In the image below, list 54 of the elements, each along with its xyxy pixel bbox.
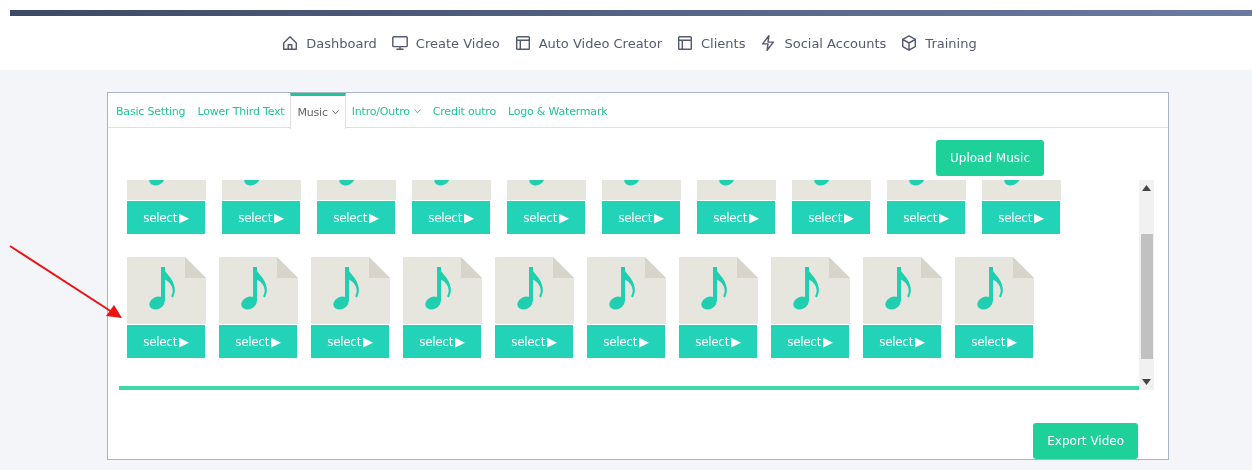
select-button[interactable]: select▶ — [127, 325, 205, 358]
music-file-icon — [311, 257, 390, 324]
music-file-icon — [403, 257, 482, 324]
scrollbar[interactable] — [1139, 180, 1154, 390]
select-button[interactable]: select▶ — [982, 201, 1060, 234]
tab[interactable]: Credit outro — [426, 93, 502, 127]
select-button[interactable]: select▶ — [587, 325, 665, 358]
music-file-icon — [771, 257, 850, 324]
select-button[interactable]: select▶ — [412, 201, 490, 234]
tab[interactable]: Lower Third Text — [191, 93, 291, 127]
nav-link[interactable]: Social Accounts — [759, 34, 887, 52]
upload-music-button[interactable]: Upload Music — [936, 140, 1044, 176]
select-button[interactable]: select▶ — [863, 325, 941, 358]
chevron-down-icon — [331, 110, 339, 115]
layout-icon — [676, 34, 694, 52]
select-button[interactable]: select▶ — [771, 325, 849, 358]
home-icon — [281, 34, 300, 52]
music-file-icon — [679, 257, 758, 324]
select-button[interactable]: select▶ — [222, 201, 300, 234]
select-button[interactable]: select▶ — [887, 201, 965, 234]
select-button[interactable]: select▶ — [317, 201, 395, 234]
monitor-icon — [390, 34, 409, 52]
select-button[interactable]: select▶ — [127, 201, 205, 234]
scroll-up-arrow-icon[interactable] — [1142, 185, 1151, 191]
music-file-icon — [955, 257, 1034, 324]
scroll-down-arrow-icon[interactable] — [1142, 379, 1151, 385]
select-button[interactable]: select▶ — [311, 325, 389, 358]
nav-link[interactable]: Create Video — [390, 34, 500, 52]
tab[interactable]: Logo & Watermark — [502, 93, 614, 127]
layout-icon — [513, 34, 532, 52]
tab[interactable]: Music — [290, 93, 346, 129]
nav-link[interactable]: Training — [900, 34, 977, 52]
music-file-icon — [127, 257, 206, 324]
tab[interactable]: Intro/Outro — [345, 93, 427, 127]
chevron-down-icon — [413, 109, 421, 114]
music-file-icon — [587, 257, 666, 324]
select-button[interactable]: select▶ — [679, 325, 757, 358]
select-button[interactable]: select▶ — [403, 325, 481, 358]
select-button[interactable]: select▶ — [955, 325, 1033, 358]
select-button[interactable]: select▶ — [219, 325, 297, 358]
music-file-icon — [219, 257, 298, 324]
select-button[interactable]: select▶ — [495, 325, 573, 358]
nav-link[interactable]: Clients — [676, 34, 746, 52]
tab[interactable]: Basic Setting — [110, 93, 192, 127]
select-button[interactable]: select▶ — [697, 201, 775, 234]
nav-link[interactable]: Dashboard — [281, 34, 377, 52]
select-button[interactable]: select▶ — [507, 201, 585, 234]
cube-icon — [900, 34, 919, 52]
select-button[interactable]: select▶ — [602, 201, 680, 234]
select-button[interactable]: select▶ — [792, 201, 870, 234]
export-video-button[interactable]: Export Video — [1033, 423, 1138, 459]
music-file-icon — [863, 257, 942, 324]
music-file-icon — [495, 257, 574, 324]
nav-link[interactable]: Auto Video Creator — [513, 34, 662, 52]
